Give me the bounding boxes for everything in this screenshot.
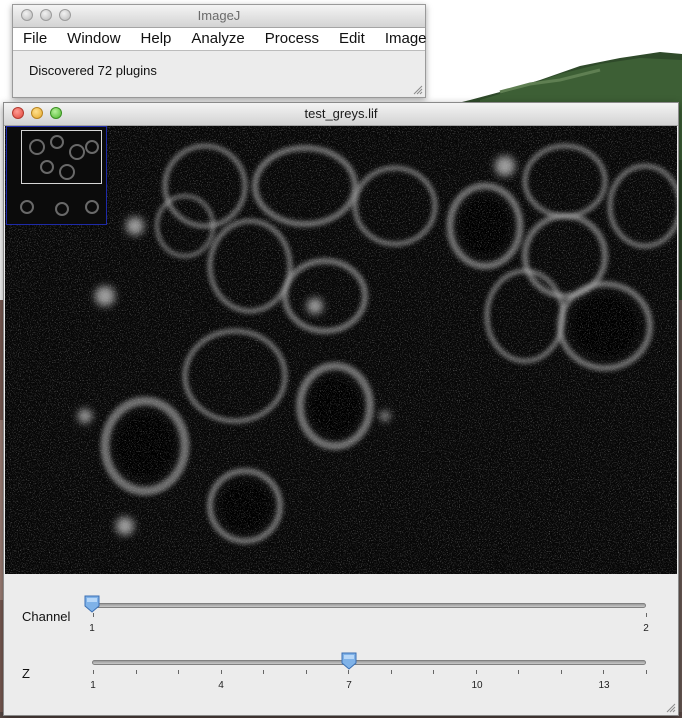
minimize-icon[interactable] <box>40 9 52 21</box>
z-tick-mark <box>178 670 180 674</box>
imagej-titlebar[interactable]: ImageJ <box>13 5 425 28</box>
z-slider-label: Z <box>22 666 30 681</box>
z-tick-mark <box>603 670 605 674</box>
navigator-view-rectangle[interactable] <box>21 130 102 184</box>
z-tick-mark <box>135 670 137 674</box>
z-tick-mark <box>348 670 350 674</box>
slider-panel: Channel 1 2 Z 1 4 7 10 13 <box>4 575 678 715</box>
image-window-title: test_greys.lif <box>304 106 378 121</box>
zoom-icon[interactable] <box>50 107 62 119</box>
z-tick-mark <box>390 670 392 674</box>
imagej-main-window: ImageJ File Window Help Analyze Process … <box>12 4 427 98</box>
z-tick-mark <box>646 670 647 674</box>
menu-analyze[interactable]: Analyze <box>181 28 254 50</box>
z-tick-mark <box>433 670 435 674</box>
z-tick-label-10: 10 <box>471 680 483 691</box>
z-tick-mark <box>263 670 265 674</box>
z-tick-mark <box>518 670 520 674</box>
navigator-thumbnail[interactable] <box>6 126 107 225</box>
imagej-menubar: File Window Help Analyze Process Edit Im… <box>13 28 427 51</box>
close-icon[interactable] <box>21 9 33 21</box>
zoom-icon[interactable] <box>59 9 71 21</box>
resize-grip-icon[interactable] <box>666 703 676 713</box>
image-window: test_greys.lif Channel 1 2 Z 1 4 7 10 13 <box>3 102 679 716</box>
z-slider-thumb[interactable] <box>341 652 357 670</box>
menu-help[interactable]: Help <box>131 28 182 50</box>
z-tick-mark <box>220 670 222 674</box>
z-tick-label-1: 1 <box>90 680 96 691</box>
menu-window[interactable]: Window <box>57 28 130 50</box>
channel-tick-label-min: 1 <box>89 623 95 634</box>
z-tick-label-7: 7 <box>346 680 352 691</box>
z-tick-label-4: 4 <box>218 680 224 691</box>
menu-file[interactable]: File <box>13 28 57 50</box>
close-icon[interactable] <box>12 107 24 119</box>
minimize-icon[interactable] <box>31 107 43 119</box>
status-text: Discovered 72 plugins <box>29 63 157 78</box>
channel-tick-label-max: 2 <box>643 623 649 634</box>
menu-image[interactable]: Image <box>375 28 437 50</box>
channel-slider-thumb[interactable] <box>84 595 100 613</box>
image-canvas[interactable] <box>5 126 677 574</box>
z-tick-mark <box>93 670 94 674</box>
channel-slider-track[interactable] <box>92 603 646 608</box>
z-tick-label-13: 13 <box>598 680 610 691</box>
channel-tick-mark <box>93 613 94 617</box>
menu-process[interactable]: Process <box>255 28 329 50</box>
image-window-titlebar[interactable]: test_greys.lif <box>4 103 678 126</box>
z-tick-mark <box>560 670 562 674</box>
resize-grip-icon[interactable] <box>413 85 423 95</box>
z-tick-mark <box>305 670 307 674</box>
menu-edit[interactable]: Edit <box>329 28 375 50</box>
imagej-window-title: ImageJ <box>197 8 241 23</box>
z-tick-mark <box>475 670 477 674</box>
z-slider-track[interactable] <box>92 660 646 665</box>
channel-slider-label: Channel <box>22 609 71 624</box>
channel-tick-mark <box>646 613 647 617</box>
